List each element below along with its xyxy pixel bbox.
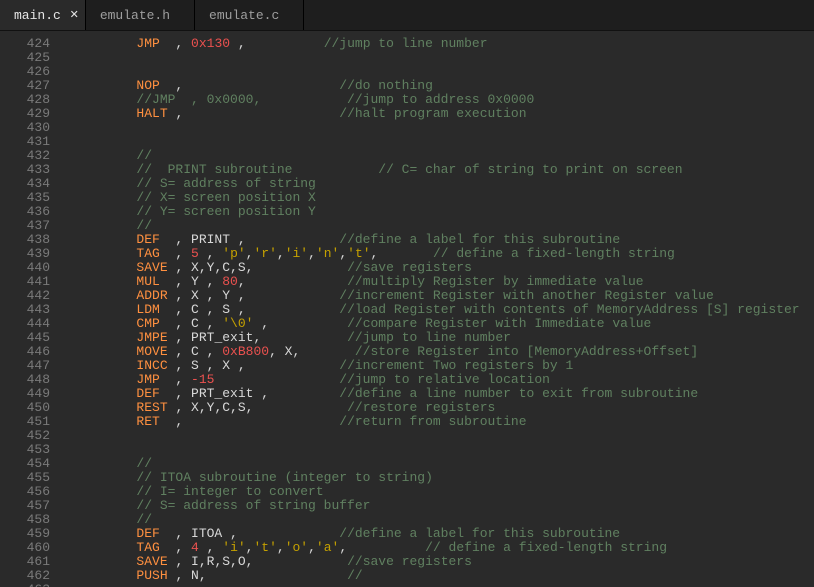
line-number-gutter: 424 425 426 427 428 429 430 431 432 433 … (0, 31, 60, 587)
tab-emulate-c[interactable]: emulate.c (195, 0, 304, 30)
close-icon[interactable]: ✕ (70, 8, 79, 22)
tab-label: emulate.c (209, 8, 279, 23)
code-content[interactable]: JMP , 0x130 , //jump to line number NOP … (60, 31, 814, 587)
tab-main-c[interactable]: main.c ✕ (0, 0, 86, 30)
tab-bar: main.c ✕ emulate.h emulate.c (0, 0, 814, 31)
tab-label: emulate.h (100, 8, 170, 23)
editor-area: 424 425 426 427 428 429 430 431 432 433 … (0, 31, 814, 587)
tab-label: main.c (14, 8, 61, 23)
tab-emulate-h[interactable]: emulate.h (86, 0, 195, 30)
